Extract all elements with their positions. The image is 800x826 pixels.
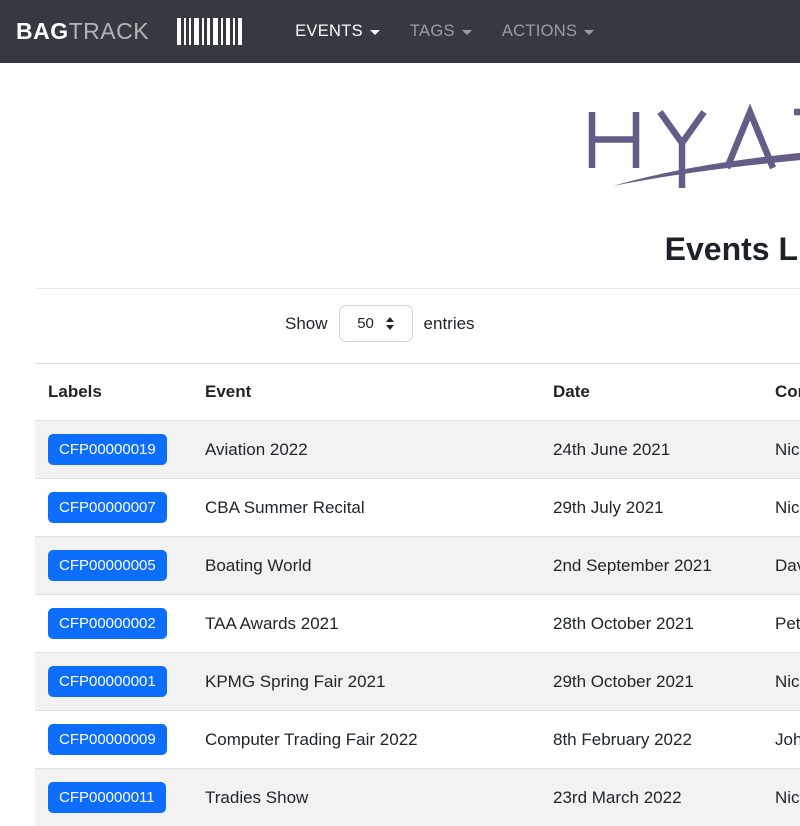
- hyatt-logo: [0, 90, 800, 208]
- date-cell: 29th October 2021: [540, 653, 762, 711]
- contact-cell: Dav: [762, 537, 800, 595]
- nav-item-events-label: EVENTS: [295, 22, 363, 41]
- length-control: Show 50 entries: [285, 305, 800, 342]
- nav-item-actions[interactable]: ACTIONS: [487, 22, 609, 41]
- table-header: Labels Event Date Contact: [35, 364, 800, 421]
- contact-cell: Joh: [762, 711, 800, 769]
- nav-item-tags[interactable]: TAGS: [395, 22, 487, 41]
- entries-label: entries: [424, 314, 475, 334]
- page-length-value: 50: [357, 315, 374, 332]
- column-header-event: Event: [192, 364, 540, 421]
- date-cell: 8th February 2022: [540, 711, 762, 769]
- chevron-down-icon: [370, 30, 380, 35]
- nav-links: EVENTS TAGS ACTIONS: [280, 22, 609, 41]
- label-badge[interactable]: CFP00000011: [48, 782, 166, 813]
- event-cell: Aviation 2022: [192, 421, 540, 479]
- date-cell: 2nd September 2021: [540, 537, 762, 595]
- event-cell: Computer Trading Fair 2022: [192, 711, 540, 769]
- date-cell: 23rd March 2022: [540, 769, 762, 826]
- contact-cell: Pet: [762, 595, 800, 653]
- label-badge[interactable]: CFP00000002: [48, 608, 167, 639]
- labels-cell: CFP00000001: [35, 653, 192, 711]
- labels-cell: CFP00000002: [35, 595, 192, 653]
- event-cell: Tradies Show: [192, 769, 540, 826]
- table-row: CFP00000019 Aviation 202224th June 2021Ni…: [35, 421, 800, 479]
- event-cell: CBA Summer Recital: [192, 479, 540, 537]
- brand-text-light: TRACK: [69, 18, 149, 45]
- table-row: CFP00000001 KPMG Spring Fair 202129th Oct…: [35, 653, 800, 711]
- event-cell: KPMG Spring Fair 2021: [192, 653, 540, 711]
- label-badge[interactable]: CFP00000007: [48, 492, 167, 523]
- label-badge[interactable]: CFP00000005: [48, 550, 167, 581]
- labels-cell: CFP00000019: [35, 421, 192, 479]
- label-badge[interactable]: CFP00000001: [48, 666, 167, 697]
- column-header-labels: Labels: [35, 364, 192, 421]
- date-cell: 28th October 2021: [540, 595, 762, 653]
- table-row: CFP00000002 TAA Awards 202128th October 2…: [35, 595, 800, 653]
- date-cell: 24th June 2021: [540, 421, 762, 479]
- labels-cell: CFP00000011: [35, 769, 192, 826]
- labels-cell: CFP00000007: [35, 479, 192, 537]
- contact-cell: Nic: [762, 421, 800, 479]
- chevron-down-icon: [462, 30, 472, 35]
- nav-item-actions-label: ACTIONS: [502, 22, 577, 41]
- nav-item-events[interactable]: EVENTS: [280, 22, 395, 41]
- labels-cell: CFP00000009: [35, 711, 192, 769]
- page-title: Events List: [0, 230, 800, 268]
- column-header-date: Date: [540, 364, 762, 421]
- brand-link[interactable]: BAGTRACK: [16, 18, 149, 45]
- date-cell: 29th July 2021: [540, 479, 762, 537]
- table-header-row: Labels Event Date Contact: [35, 364, 800, 421]
- table-row: CFP00000005 Boating World2nd September 20…: [35, 537, 800, 595]
- nav-item-tags-label: TAGS: [410, 22, 455, 41]
- events-table: Labels Event Date Contact CFP00000019 Avi…: [35, 363, 800, 826]
- table-row: CFP00000011 Tradies Show23rd March 2022Ni…: [35, 769, 800, 826]
- event-cell: Boating World: [192, 537, 540, 595]
- table-row: CFP00000009 Computer Trading Fair 20228th…: [35, 711, 800, 769]
- divider: [35, 288, 800, 289]
- navbar: BAGTRACK EVENTS TAGS ACTIONS: [0, 0, 800, 63]
- table-body: CFP00000019Aviation 202224th June 2021Ni…: [35, 421, 800, 826]
- chevron-down-icon: [584, 30, 594, 35]
- up-down-arrows-icon: [386, 317, 394, 330]
- label-badge[interactable]: CFP00000019: [48, 434, 167, 465]
- page: BAGTRACK EVENTS TAGS ACTIONS: [0, 0, 800, 826]
- event-cell: TAA Awards 2021: [192, 595, 540, 653]
- brand-text-bold: BAG: [16, 18, 69, 45]
- column-header-contact: Contact: [762, 364, 800, 421]
- show-label: Show: [285, 314, 328, 334]
- table-row: CFP00000007 CBA Summer Recital29th July 2…: [35, 479, 800, 537]
- labels-cell: CFP00000005: [35, 537, 192, 595]
- contact-cell: Nic: [762, 479, 800, 537]
- label-badge[interactable]: CFP00000009: [48, 724, 167, 755]
- contact-cell: Nic: [762, 769, 800, 826]
- page-length-select[interactable]: 50: [339, 305, 413, 342]
- contact-cell: Nic: [762, 653, 800, 711]
- barcode-icon: [177, 18, 242, 45]
